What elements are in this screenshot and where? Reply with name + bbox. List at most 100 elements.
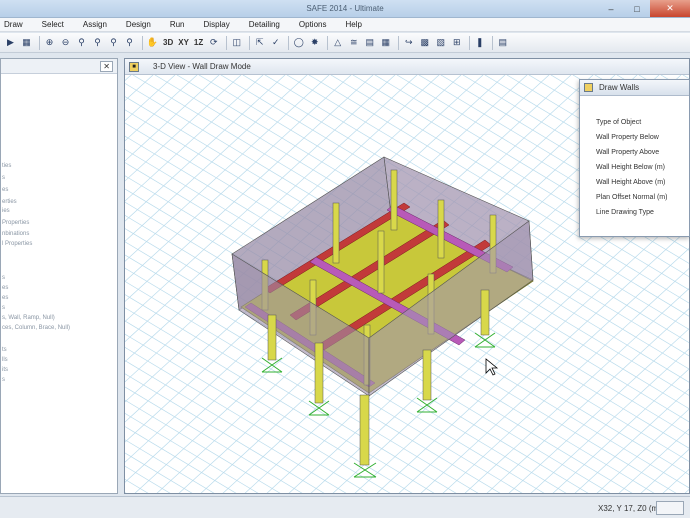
toolbar-separator [492, 35, 494, 50]
toolbar-separator [142, 35, 143, 50]
toolbar: ▶ ▦ ⊕ ⊖ ⚲ ⚲ ⚲ ⚲ ✋ 3D XY 1Z ⟳ ◫ ⇱ ✓ ◯ ✸ △… [0, 33, 690, 53]
toolbar-separator [249, 35, 251, 50]
model-explorer-panel: ✕ ties s es erties ies Properties nbinat… [0, 58, 118, 494]
draw-walls-dialog: Draw Walls Type of Object Wall Property … [579, 79, 690, 237]
column[interactable] [422, 349, 432, 401]
toolbar-separator [398, 35, 400, 50]
view-header: ■ 3-D View - Wall Draw Mode [125, 59, 689, 75]
model-tree: ties s es erties ies Properties nbinatio… [1, 75, 117, 493]
zoom-in-icon[interactable]: ⊕ [43, 36, 56, 49]
pan-icon[interactable]: ✋ [146, 36, 159, 49]
select-pointer-icon[interactable]: ⇱ [253, 36, 266, 49]
menu-help[interactable]: Help [345, 20, 361, 29]
rotate-icon[interactable]: ⟳ [207, 36, 220, 49]
zoom-step-icon[interactable]: ⚲ [123, 36, 136, 49]
close-panel-icon[interactable]: ✕ [100, 61, 113, 72]
minimize-button[interactable]: – [598, 0, 624, 17]
zoom-previous-icon[interactable]: ⚲ [107, 36, 120, 49]
toolbar-separator [39, 35, 40, 50]
menu-draw[interactable]: Draw [4, 20, 23, 29]
menu-assign[interactable]: Assign [83, 20, 107, 29]
view-title: 3-D View - Wall Draw Mode [153, 62, 251, 71]
tree-item[interactable]: its [2, 367, 8, 373]
column[interactable] [267, 314, 277, 361]
draw-beam-icon[interactable]: ≅ [347, 36, 360, 49]
draw-slab-icon[interactable]: ▦ [379, 36, 392, 49]
menu-design[interactable]: Design [126, 20, 151, 29]
coordinates-readout: X32, Y 17, Z0 (m) [598, 504, 661, 513]
toolbar-separator [288, 35, 290, 50]
draw-wall-icon[interactable]: ▤ [363, 36, 376, 49]
tree-item[interactable]: ies [2, 208, 10, 214]
zoom-extents-icon[interactable]: ⚲ [91, 36, 104, 49]
field-wall-property-below[interactable]: Wall Property Below [596, 134, 659, 141]
window-title: SAFE 2014 - Ultimate [306, 4, 384, 13]
tree-item[interactable]: ces, Column, Brace, Null) [2, 325, 70, 331]
tree-item[interactable]: s [2, 305, 5, 311]
menu-options[interactable]: Options [299, 20, 327, 29]
tree-item[interactable]: es [2, 285, 8, 291]
menu-bar: Draw Select Assign Design Run Display De… [0, 18, 690, 32]
table-icon[interactable]: ▤ [496, 36, 509, 49]
tree-item[interactable]: s [2, 377, 5, 383]
column[interactable] [332, 202, 340, 264]
column[interactable] [390, 169, 398, 231]
tree-item[interactable]: s, Wall, Ramp, Null) [2, 315, 55, 321]
maximize-button[interactable]: □ [624, 0, 650, 17]
draw-area-icon[interactable]: ✸ [308, 36, 321, 49]
title-bar: SAFE 2014 - Ultimate – □ ✕ [0, 0, 690, 18]
zoom-out-icon[interactable]: ⊖ [59, 36, 72, 49]
column[interactable] [377, 230, 385, 294]
reshape-icon[interactable]: ✓ [269, 36, 282, 49]
menu-run[interactable]: Run [170, 20, 185, 29]
tree-item[interactable]: erties [2, 199, 17, 205]
perspective-icon[interactable]: ◫ [230, 36, 243, 49]
column[interactable] [437, 199, 445, 259]
zoom-window-icon[interactable]: ⚲ [75, 36, 88, 49]
tree-item[interactable]: Properties [2, 220, 29, 226]
draw-strip-icon[interactable]: ▩ [418, 36, 431, 49]
view-3d-button[interactable]: 3D [162, 36, 174, 49]
toolbar-separator [469, 35, 471, 50]
dialog-icon [584, 83, 593, 92]
tree-item[interactable]: es [2, 187, 8, 193]
draw-dimension-icon[interactable]: ⊞ [450, 36, 463, 49]
tree-item[interactable]: s [2, 275, 5, 281]
field-plan-offset-normal[interactable]: Plan Offset Normal (m) [596, 194, 667, 201]
field-wall-height-below[interactable]: Wall Height Below (m) [596, 164, 665, 171]
dialog-body: Type of Object Wall Property Below Wall … [580, 97, 689, 236]
run-icon[interactable]: ▶ [4, 36, 17, 49]
close-button[interactable]: ✕ [650, 0, 690, 17]
field-wall-height-above[interactable]: Wall Height Above (m) [596, 179, 665, 186]
tree-item[interactable]: lls [2, 357, 8, 363]
tree-item[interactable]: ts [2, 347, 7, 353]
view-xy-button[interactable]: XY [177, 36, 190, 49]
field-line-drawing-type[interactable]: Line Drawing Type [596, 209, 654, 216]
draw-point-icon[interactable]: ◯ [292, 36, 305, 49]
menu-select[interactable]: Select [42, 20, 64, 29]
tree-item[interactable]: s [2, 175, 5, 181]
tree-item[interactable]: ties [2, 163, 11, 169]
draw-tendon-icon[interactable]: ↪ [402, 36, 415, 49]
tree-item[interactable]: l Properties [2, 241, 32, 247]
draw-column-icon[interactable]: △ [331, 36, 344, 49]
menu-display[interactable]: Display [204, 20, 230, 29]
column[interactable] [480, 289, 490, 336]
dialog-title: Draw Walls [599, 83, 640, 92]
tree-item[interactable]: es [2, 295, 8, 301]
units-box[interactable] [656, 501, 684, 515]
draw-design-strip-icon[interactable]: ▧ [434, 36, 447, 49]
lock-icon[interactable]: ▦ [20, 36, 33, 49]
field-wall-property-above[interactable]: Wall Property Above [596, 149, 659, 156]
column[interactable] [359, 394, 370, 466]
draw-reference-line-icon[interactable]: ❚ [473, 36, 486, 49]
view-1z-button[interactable]: 1Z [193, 36, 204, 49]
column[interactable] [314, 342, 324, 404]
toolbar-separator [226, 35, 228, 50]
panel-header: ✕ [1, 59, 117, 74]
toolbar-separator [327, 35, 329, 50]
dialog-header: Draw Walls [580, 80, 689, 96]
menu-detailing[interactable]: Detailing [249, 20, 280, 29]
tree-item[interactable]: nbinations [2, 231, 29, 237]
field-type-of-object[interactable]: Type of Object [596, 119, 641, 126]
